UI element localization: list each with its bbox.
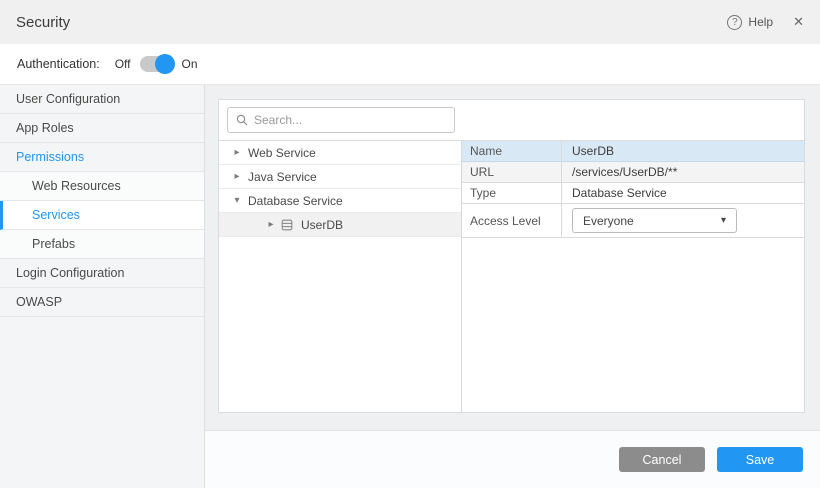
titlebar-actions: ? Help ✕ [727, 14, 804, 30]
chevron-down-icon[interactable]: ▾ [229, 195, 245, 206]
titlebar: Security ? Help ✕ [0, 0, 820, 44]
database-icon [281, 219, 293, 231]
toggle-on-label: On [182, 57, 198, 71]
footer: Cancel Save [205, 431, 820, 488]
services-tree: ▸ Web Service ▸ Java Service ▾ Database … [219, 141, 462, 412]
row-label: Name [462, 141, 562, 161]
search-row [219, 100, 804, 140]
security-dialog: Security ? Help ✕ Authentication: Off On… [0, 0, 820, 488]
chevron-right-icon[interactable]: ▸ [229, 171, 245, 182]
search-input[interactable] [254, 113, 446, 127]
sidebar-item-owasp[interactable]: OWASP [0, 288, 204, 317]
table-row-name: Name UserDB [462, 141, 804, 162]
help-icon[interactable]: ? [727, 15, 742, 30]
search-icon [236, 114, 248, 126]
panel-body: ▸ Web Service ▸ Java Service ▾ Database … [219, 140, 804, 412]
sidebar: User Configuration App Roles Permissions… [0, 85, 205, 488]
tree-item-database-service[interactable]: ▾ Database Service [219, 189, 461, 213]
table-row-access-level: Access Level Everyone ▾ [462, 204, 804, 238]
access-level-select[interactable]: Everyone ▾ [572, 208, 737, 233]
sidebar-item-app-roles[interactable]: App Roles [0, 114, 204, 143]
tree-item-java-service[interactable]: ▸ Java Service [219, 165, 461, 189]
caret-down-icon: ▾ [721, 215, 726, 226]
sidebar-item-web-resources[interactable]: Web Resources [0, 172, 204, 201]
tree-item-userdb[interactable]: ▸ UserDB [219, 213, 461, 237]
row-value-dropdown: Everyone ▾ [562, 204, 804, 237]
cancel-button[interactable]: Cancel [619, 447, 705, 472]
authentication-row: Authentication: Off On [0, 44, 820, 85]
sidebar-item-permissions[interactable]: Permissions [0, 143, 204, 172]
tree-item-label: UserDB [301, 218, 343, 232]
sidebar-item-user-configuration[interactable]: User Configuration [0, 85, 204, 114]
sidebar-item-services[interactable]: Services [0, 201, 204, 230]
row-value: /services/UserDB/** [562, 162, 804, 182]
tree-item-label: Java Service [248, 170, 317, 184]
main-area: User Configuration App Roles Permissions… [0, 85, 820, 488]
authentication-toggle[interactable] [140, 56, 173, 72]
tree-item-label: Database Service [248, 194, 343, 208]
row-label: Access Level [462, 204, 562, 237]
sidebar-item-prefabs[interactable]: Prefabs [0, 230, 204, 259]
content-area: ▸ Web Service ▸ Java Service ▾ Database … [205, 85, 820, 488]
toggle-knob [155, 54, 175, 74]
row-label: URL [462, 162, 562, 182]
chevron-right-icon[interactable]: ▸ [229, 147, 245, 158]
row-value: Database Service [562, 183, 804, 203]
help-button[interactable]: Help [748, 15, 773, 29]
table-row-type: Type Database Service [462, 183, 804, 204]
authentication-label: Authentication: [17, 57, 100, 71]
chevron-right-icon[interactable]: ▸ [263, 219, 279, 230]
row-label: Type [462, 183, 562, 203]
save-button[interactable]: Save [717, 447, 803, 472]
table-row-url: URL /services/UserDB/** [462, 162, 804, 183]
toggle-off-label: Off [115, 57, 131, 71]
services-panel: ▸ Web Service ▸ Java Service ▾ Database … [218, 99, 805, 413]
sidebar-item-login-configuration[interactable]: Login Configuration [0, 259, 204, 288]
close-icon[interactable]: ✕ [793, 14, 804, 30]
page-title: Security [16, 14, 70, 31]
tree-item-web-service[interactable]: ▸ Web Service [219, 141, 461, 165]
row-value: UserDB [562, 141, 804, 161]
search-box[interactable] [227, 107, 455, 133]
tree-item-label: Web Service [248, 146, 316, 160]
access-level-value: Everyone [583, 214, 634, 228]
service-detail-table: Name UserDB URL /services/UserDB/** Type… [462, 141, 804, 412]
